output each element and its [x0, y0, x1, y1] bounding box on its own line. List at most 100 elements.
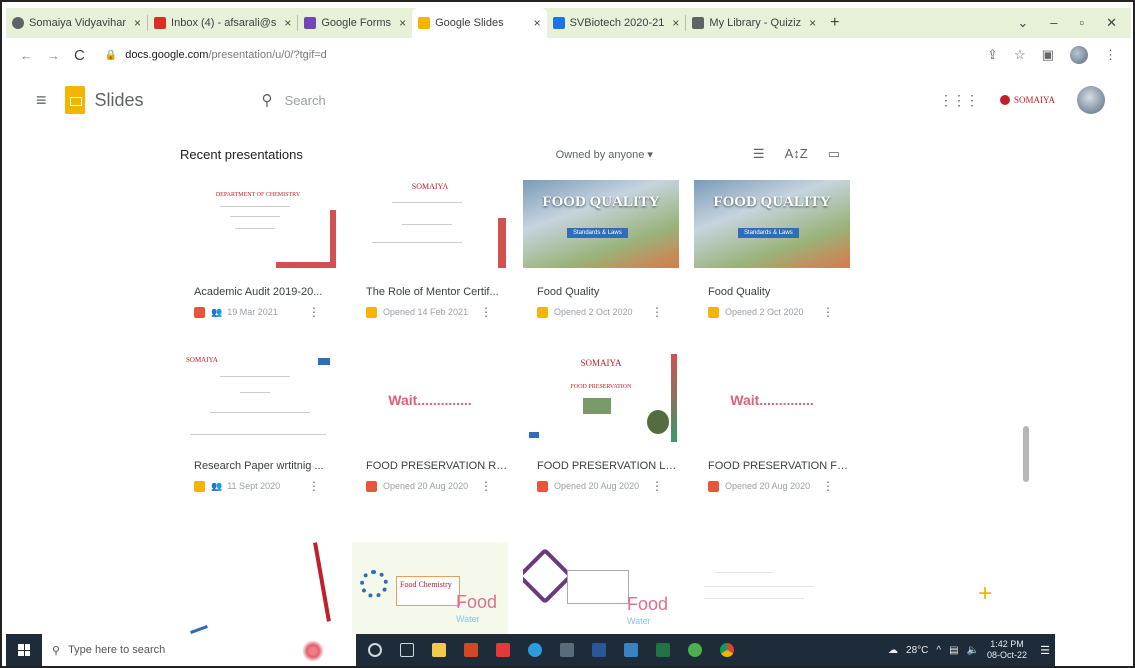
- network-icon[interactable]: ▤: [949, 645, 958, 656]
- close-tab-icon[interactable]: ×: [534, 16, 541, 30]
- close-tab-icon[interactable]: ×: [134, 16, 141, 30]
- file-card[interactable]: Wait.............. FOOD PRESERVATION RA.…: [352, 354, 508, 493]
- new-tab-button[interactable]: +: [822, 14, 847, 32]
- sort-az-icon[interactable]: A↕Z: [785, 146, 808, 162]
- file-thumbnail[interactable]: SOMAIYA: [180, 354, 336, 442]
- chrome-icon[interactable]: [720, 643, 734, 657]
- taskbar-search-box[interactable]: ⚲ Type here to search: [42, 634, 272, 666]
- file-title[interactable]: FOOD PRESERVATION LO...: [523, 460, 679, 472]
- search-input[interactable]: Search: [285, 93, 326, 108]
- file-card[interactable]: SOMAIYA FOOD PRESERVATION FOOD PRESERVAT…: [523, 354, 679, 493]
- file-card[interactable]: [694, 542, 850, 634]
- tab-somaiya-vidyavihar[interactable]: Somaiya Vidyavihar ×: [6, 8, 147, 38]
- file-thumbnail[interactable]: Wait..............: [694, 354, 850, 442]
- close-tab-icon[interactable]: ×: [284, 16, 291, 30]
- more-options-icon[interactable]: ⋮: [822, 479, 834, 493]
- file-card[interactable]: Food Chemistry Food Water: [352, 542, 508, 634]
- forward-arrow-icon[interactable]: →: [47, 48, 60, 63]
- file-card[interactable]: FOOD QUALITY Standards & Laws Food Quali…: [523, 180, 679, 319]
- main-menu-icon[interactable]: ≡: [36, 90, 47, 111]
- edge-icon[interactable]: [528, 643, 542, 657]
- file-card[interactable]: [180, 542, 336, 634]
- powerpoint-app-icon[interactable]: [464, 643, 478, 657]
- file-title[interactable]: FOOD PRESERVATION FE...: [694, 460, 850, 472]
- file-title[interactable]: Research Paper wrtitnig ...: [180, 460, 336, 472]
- slides-logo-icon[interactable]: [64, 86, 85, 114]
- acrobat-icon[interactable]: [496, 643, 510, 657]
- file-title[interactable]: Academic Audit 2019-20...: [180, 286, 336, 298]
- more-options-icon[interactable]: ⋮: [822, 305, 834, 319]
- volume-icon[interactable]: 🔈: [967, 645, 979, 656]
- new-presentation-plus-icon[interactable]: +: [978, 580, 992, 608]
- file-explorer-icon[interactable]: [432, 643, 446, 657]
- close-tab-icon[interactable]: ×: [809, 16, 816, 30]
- cortana-icon[interactable]: [368, 643, 382, 657]
- list-view-icon[interactable]: ☰: [753, 146, 765, 162]
- notification-center-icon[interactable]: ☰: [1035, 634, 1055, 666]
- file-thumbnail[interactable]: [694, 542, 850, 634]
- file-thumbnail[interactable]: Wait..............: [352, 354, 508, 442]
- more-options-icon[interactable]: ⋮: [651, 479, 663, 493]
- tab-google-slides[interactable]: Google Slides ×: [412, 8, 547, 38]
- tab-search-icon[interactable]: ⌄: [1017, 15, 1028, 31]
- file-title[interactable]: The Role of Mentor Certif...: [352, 286, 508, 298]
- minimize-icon[interactable]: –: [1050, 15, 1057, 31]
- file-card[interactable]: DEPARTMENT OF CHEMISTRY Academic Audit 2…: [180, 180, 336, 319]
- reload-icon[interactable]: C: [74, 47, 85, 64]
- file-thumbnail[interactable]: DEPARTMENT OF CHEMISTRY: [180, 180, 336, 268]
- tab-inbox[interactable]: Inbox (4) - afsarali@s ×: [148, 8, 297, 38]
- url-field[interactable]: 🔒 docs.google.com /presentation/u/0/?tgi…: [105, 49, 327, 61]
- close-tab-icon[interactable]: ×: [672, 16, 679, 30]
- close-window-icon[interactable]: ✕: [1106, 15, 1117, 31]
- photos-icon[interactable]: [624, 643, 638, 657]
- excel-icon[interactable]: [656, 643, 670, 657]
- google-apps-icon[interactable]: ⋮⋮⋮: [939, 92, 979, 109]
- calculator-icon[interactable]: [560, 643, 574, 657]
- restore-icon[interactable]: ▫: [1079, 15, 1084, 31]
- tray-overflow-icon[interactable]: ^: [936, 645, 941, 656]
- weather-temp[interactable]: 28°C: [906, 645, 928, 656]
- tab-quizizz[interactable]: My Library - Quiziz ×: [686, 8, 822, 38]
- taskbar-clock[interactable]: 1:42 PM 08-Oct-22: [987, 639, 1027, 661]
- owner-filter-dropdown[interactable]: Owned by anyone ▾: [556, 148, 653, 161]
- file-thumbnail[interactable]: [180, 542, 336, 634]
- file-thumbnail[interactable]: SOMAIYA FOOD PRESERVATION: [523, 354, 679, 442]
- file-title[interactable]: Food Quality: [694, 286, 850, 298]
- word-icon[interactable]: [592, 643, 606, 657]
- file-card[interactable]: Food Water: [523, 542, 679, 634]
- file-card[interactable]: SOMAIYA Research Paper wrtitnig ... 👥 11…: [180, 354, 336, 493]
- taskbar-search-input[interactable]: Type here to search: [68, 644, 165, 656]
- folder-picker-icon[interactable]: ▭: [828, 146, 840, 162]
- start-button[interactable]: [6, 634, 42, 666]
- file-thumbnail[interactable]: FOOD QUALITY Standards & Laws: [523, 180, 679, 268]
- more-options-icon[interactable]: ⋮: [480, 305, 492, 319]
- file-thumbnail[interactable]: Food Water: [523, 542, 679, 634]
- file-thumbnail[interactable]: FOOD QUALITY Standards & Laws: [694, 180, 850, 268]
- app-green-icon[interactable]: [688, 643, 702, 657]
- file-thumbnail[interactable]: SOMAIYA: [352, 180, 508, 268]
- back-arrow-icon[interactable]: ←: [20, 48, 33, 63]
- tab-view-icon[interactable]: ▣: [1042, 47, 1054, 63]
- file-card[interactable]: Wait.............. FOOD PRESERVATION FE.…: [694, 354, 850, 493]
- file-card[interactable]: FOOD QUALITY Standards & Laws Food Quali…: [694, 180, 850, 319]
- account-avatar[interactable]: [1077, 86, 1105, 114]
- file-title[interactable]: Food Quality: [523, 286, 679, 298]
- file-thumbnail[interactable]: Food Chemistry Food Water: [352, 542, 508, 634]
- tab-svbiotech[interactable]: SVBiotech 2020-21 ×: [547, 8, 686, 38]
- app-title[interactable]: Slides: [95, 90, 144, 111]
- more-options-icon[interactable]: ⋮: [308, 305, 320, 319]
- file-title[interactable]: FOOD PRESERVATION RA...: [352, 460, 508, 472]
- menu-dots-icon[interactable]: ⋮: [1104, 47, 1117, 63]
- file-card[interactable]: SOMAIYA The Role of Mentor Certif... Ope…: [352, 180, 508, 319]
- tab-google-forms[interactable]: Google Forms ×: [298, 8, 412, 38]
- scrollbar-thumb[interactable]: [1023, 426, 1029, 482]
- share-icon[interactable]: ⇪: [987, 47, 998, 63]
- profile-avatar[interactable]: [1070, 46, 1088, 64]
- search-box[interactable]: ⚲ Search: [262, 91, 326, 109]
- more-options-icon[interactable]: ⋮: [651, 305, 663, 319]
- bookmark-star-icon[interactable]: ☆: [1014, 47, 1026, 63]
- more-options-icon[interactable]: ⋮: [480, 479, 492, 493]
- more-options-icon[interactable]: ⋮: [308, 479, 320, 493]
- close-tab-icon[interactable]: ×: [399, 16, 406, 30]
- task-view-icon[interactable]: [400, 643, 414, 657]
